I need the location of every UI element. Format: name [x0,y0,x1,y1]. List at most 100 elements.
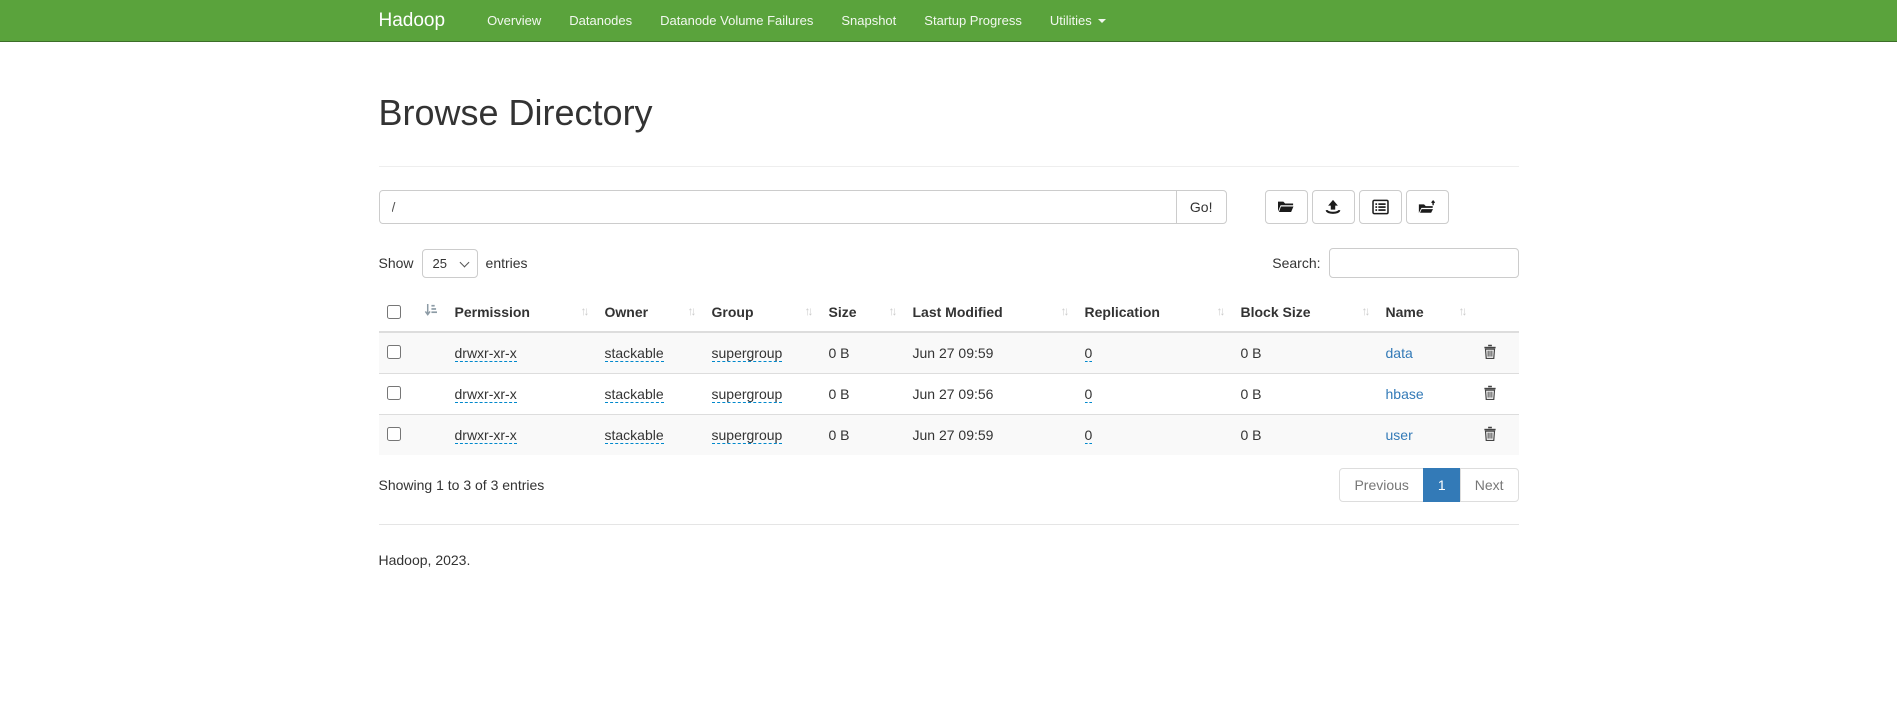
pagination: Previous 1 Next [1339,468,1518,502]
move-to-directory-button[interactable] [1406,190,1449,224]
owner-editable[interactable]: stackable [605,345,664,362]
search-control: Search: [1272,248,1518,278]
cell-owner: stackable [597,332,704,374]
trash-icon [1483,388,1497,403]
header-actions [1475,292,1519,332]
replication-editable[interactable]: 0 [1085,427,1093,444]
cell-replication: 0 [1077,415,1233,456]
directory-link[interactable]: hbase [1386,386,1424,402]
cell-owner: stackable [597,415,704,456]
cell-actions [1475,415,1519,456]
folder-move-icon [1418,199,1437,215]
row-checkbox[interactable] [387,427,401,441]
show-label: Show [379,255,414,271]
page-1-button[interactable]: 1 [1423,468,1461,502]
directory-table: Permission ↑↓ Owner ↑↓ Group ↑↓ Size ↑↓ … [379,292,1519,455]
header-select-all[interactable] [379,292,447,332]
cell-last-modified: Jun 27 09:59 [905,415,1077,456]
next-page-button[interactable]: Next [1460,468,1519,502]
header-size[interactable]: Size ↑↓ [821,292,905,332]
row-checkbox[interactable] [387,345,401,359]
nav-item-snapshot[interactable]: Snapshot [827,0,910,42]
directory-path-input[interactable] [379,190,1177,224]
footer-divider [379,524,1519,525]
cell-permission: drwxr-xr-x [447,415,597,456]
nav-item-utilities-label: Utilities [1050,0,1092,42]
delete-button[interactable] [1483,344,1497,362]
show-entries-control: Show 25 entries [379,249,528,278]
table-row: drwxr-xr-x stackable supergroup 0 B Jun … [379,332,1519,374]
table-header-row: Permission ↑↓ Owner ↑↓ Group ↑↓ Size ↑↓ … [379,292,1519,332]
header-replication[interactable]: Replication ↑↓ [1077,292,1233,332]
cell-actions [1475,332,1519,374]
owner-editable[interactable]: stackable [605,386,664,403]
cell-group: supergroup [704,415,821,456]
nav-item-datanodes[interactable]: Datanodes [555,0,646,42]
sort-arrows-icon: ↑↓ [581,304,587,318]
nav-item-utilities-dropdown[interactable]: Utilities [1036,0,1120,42]
cell-name: data [1378,332,1475,374]
nav-item-datanode-volume-failures[interactable]: Datanode Volume Failures [646,0,827,42]
site-footer-text: Hadoop, 2023. [379,552,1519,728]
list-alt-icon [1372,199,1389,215]
header-owner[interactable]: Owner ↑↓ [597,292,704,332]
cell-group: supergroup [704,332,821,374]
directory-action-buttons [1265,190,1449,224]
cut-paste-button[interactable] [1359,190,1402,224]
sort-amount-asc-icon [424,303,437,320]
sort-arrows-icon: ↑↓ [1459,304,1465,318]
header-block-size[interactable]: Block Size ↑↓ [1233,292,1378,332]
cell-permission: drwxr-xr-x [447,374,597,415]
select-all-checkbox[interactable] [387,305,401,319]
directory-link[interactable]: data [1386,345,1413,361]
top-navbar: Hadoop Overview Datanodes Datanode Volum… [0,0,1897,42]
trash-icon [1483,347,1497,362]
go-button[interactable]: Go! [1176,190,1227,224]
permission-editable[interactable]: drwxr-xr-x [455,386,517,403]
cell-owner: stackable [597,374,704,415]
cell-name: hbase [1378,374,1475,415]
page-header: Browse Directory [379,92,1519,167]
cell-permission: drwxr-xr-x [447,332,597,374]
previous-page-button[interactable]: Previous [1339,468,1423,502]
navbar-brand-hadoop[interactable]: Hadoop [379,0,446,42]
page-title: Browse Directory [379,92,1519,134]
owner-editable[interactable]: stackable [605,427,664,444]
page-length-select[interactable]: 25 [422,249,478,278]
cell-block-size: 0 B [1233,374,1378,415]
cell-size: 0 B [821,332,905,374]
table-info: Showing 1 to 3 of 3 entries [379,477,545,493]
replication-editable[interactable]: 0 [1085,386,1093,403]
cell-name: user [1378,415,1475,456]
cell-last-modified: Jun 27 09:56 [905,374,1077,415]
folder-icon [1277,199,1295,215]
table-controls: Show 25 entries Search: [379,248,1519,278]
sort-arrows-icon: ↑↓ [688,304,694,318]
header-permission[interactable]: Permission ↑↓ [447,292,597,332]
cell-block-size: 0 B [1233,332,1378,374]
nav-item-overview[interactable]: Overview [473,0,555,42]
create-directory-button[interactable] [1265,190,1308,224]
row-checkbox[interactable] [387,386,401,400]
permission-editable[interactable]: drwxr-xr-x [455,427,517,444]
header-name[interactable]: Name ↑↓ [1378,292,1475,332]
group-editable[interactable]: supergroup [712,386,783,403]
table-row: drwxr-xr-x stackable supergroup 0 B Jun … [379,415,1519,456]
cell-last-modified: Jun 27 09:59 [905,332,1077,374]
header-group[interactable]: Group ↑↓ [704,292,821,332]
delete-button[interactable] [1483,385,1497,403]
group-editable[interactable]: supergroup [712,427,783,444]
sort-arrows-icon: ↑↓ [1362,304,1368,318]
upload-icon [1324,199,1342,215]
nav-item-startup-progress[interactable]: Startup Progress [910,0,1036,42]
header-last-modified[interactable]: Last Modified ↑↓ [905,292,1077,332]
cell-size: 0 B [821,415,905,456]
replication-editable[interactable]: 0 [1085,345,1093,362]
search-input[interactable] [1329,248,1519,278]
group-editable[interactable]: supergroup [712,345,783,362]
upload-files-button[interactable] [1312,190,1355,224]
permission-editable[interactable]: drwxr-xr-x [455,345,517,362]
cell-replication: 0 [1077,332,1233,374]
delete-button[interactable] [1483,426,1497,444]
directory-link[interactable]: user [1386,427,1413,443]
